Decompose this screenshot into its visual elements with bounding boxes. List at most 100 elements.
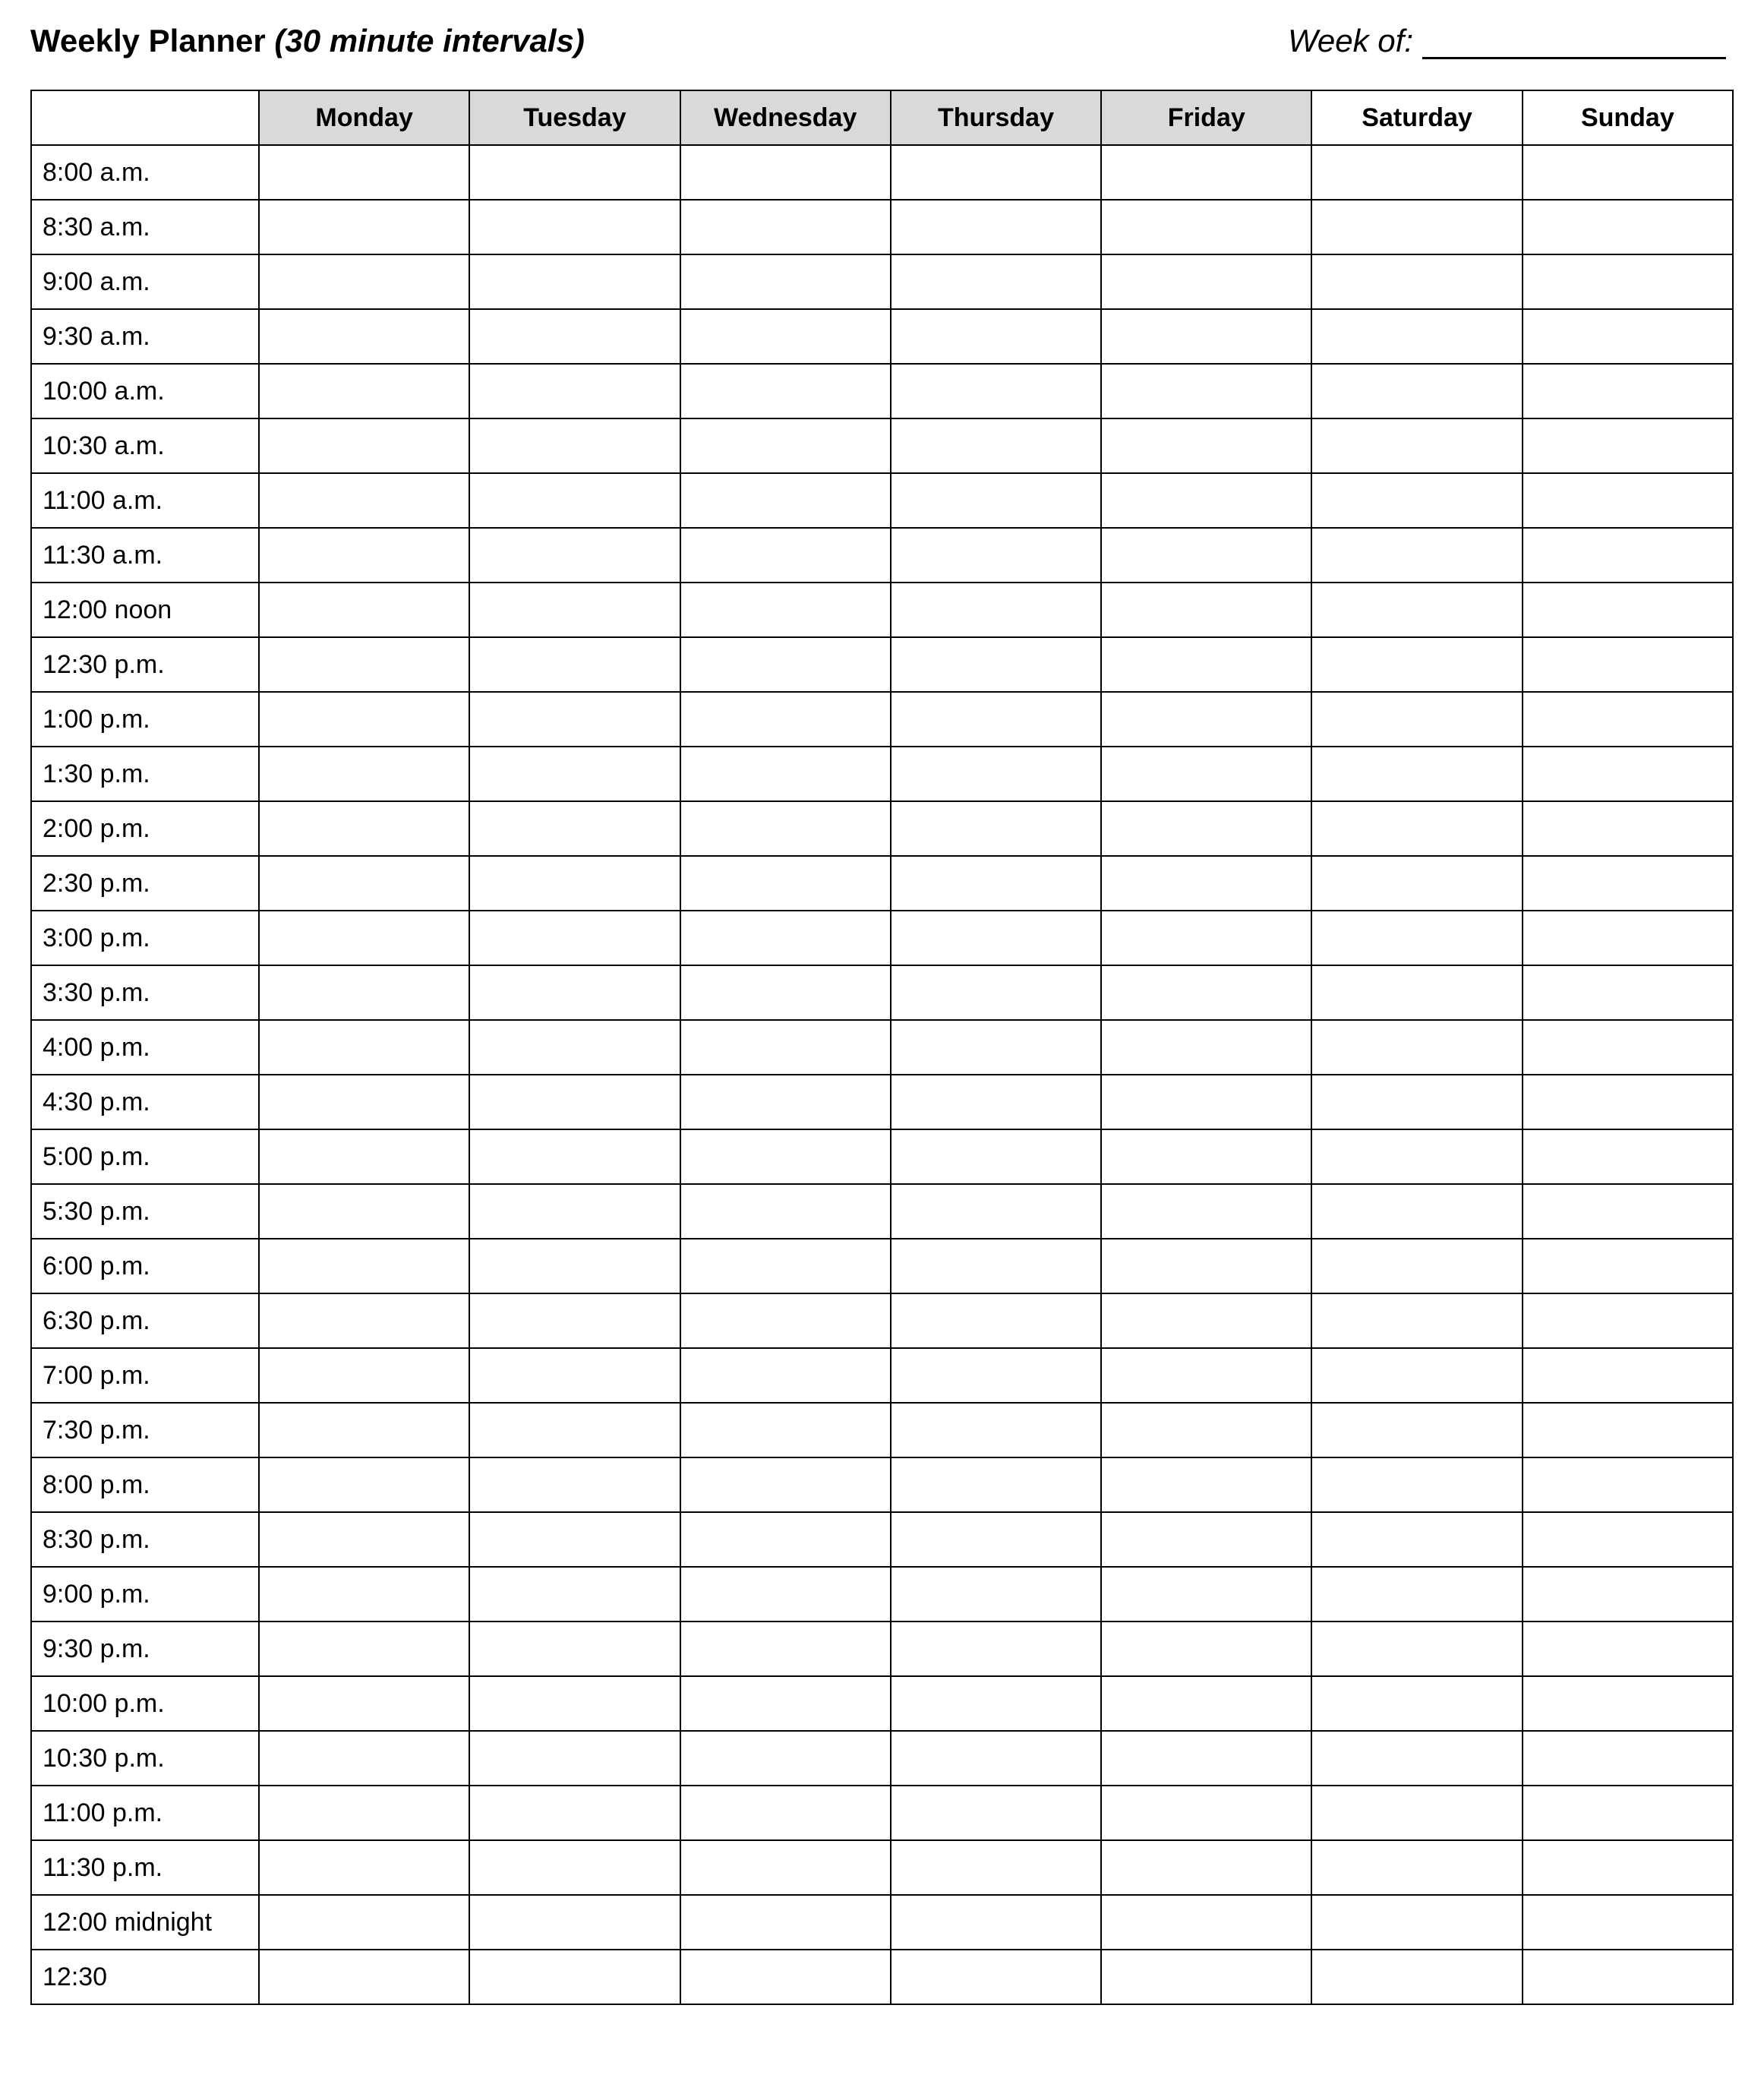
planner-cell[interactable] xyxy=(1523,418,1733,473)
planner-cell[interactable] xyxy=(891,364,1101,418)
planner-cell[interactable] xyxy=(1523,1786,1733,1840)
planner-cell[interactable] xyxy=(680,473,891,528)
planner-cell[interactable] xyxy=(1523,1840,1733,1895)
planner-cell[interactable] xyxy=(680,1786,891,1840)
planner-cell[interactable] xyxy=(891,309,1101,364)
planner-cell[interactable] xyxy=(1311,1950,1522,2004)
planner-cell[interactable] xyxy=(891,1950,1101,2004)
planner-cell[interactable] xyxy=(469,364,680,418)
planner-cell[interactable] xyxy=(259,1348,469,1403)
planner-cell[interactable] xyxy=(1101,583,1311,637)
planner-cell[interactable] xyxy=(1101,911,1311,965)
planner-cell[interactable] xyxy=(469,637,680,692)
planner-cell[interactable] xyxy=(1311,692,1522,747)
planner-cell[interactable] xyxy=(259,1020,469,1075)
planner-cell[interactable] xyxy=(1311,856,1522,911)
planner-cell[interactable] xyxy=(1101,856,1311,911)
planner-cell[interactable] xyxy=(469,1020,680,1075)
planner-cell[interactable] xyxy=(1311,528,1522,583)
planner-cell[interactable] xyxy=(469,473,680,528)
planner-cell[interactable] xyxy=(680,1950,891,2004)
planner-cell[interactable] xyxy=(891,254,1101,309)
planner-cell[interactable] xyxy=(680,1622,891,1676)
planner-cell[interactable] xyxy=(1101,965,1311,1020)
planner-cell[interactable] xyxy=(891,1622,1101,1676)
planner-cell[interactable] xyxy=(680,801,891,856)
planner-cell[interactable] xyxy=(1523,856,1733,911)
planner-cell[interactable] xyxy=(1101,473,1311,528)
planner-cell[interactable] xyxy=(680,1731,891,1786)
planner-cell[interactable] xyxy=(259,965,469,1020)
planner-cell[interactable] xyxy=(1523,1403,1733,1457)
planner-cell[interactable] xyxy=(469,692,680,747)
planner-cell[interactable] xyxy=(891,1184,1101,1239)
planner-cell[interactable] xyxy=(891,1457,1101,1512)
planner-cell[interactable] xyxy=(259,911,469,965)
planner-cell[interactable] xyxy=(469,1676,680,1731)
planner-cell[interactable] xyxy=(259,1895,469,1950)
planner-cell[interactable] xyxy=(1523,473,1733,528)
planner-cell[interactable] xyxy=(1523,1622,1733,1676)
planner-cell[interactable] xyxy=(1311,473,1522,528)
planner-cell[interactable] xyxy=(469,309,680,364)
planner-cell[interactable] xyxy=(259,747,469,801)
planner-cell[interactable] xyxy=(259,1512,469,1567)
planner-cell[interactable] xyxy=(1311,1348,1522,1403)
planner-cell[interactable] xyxy=(1101,1786,1311,1840)
planner-cell[interactable] xyxy=(1101,747,1311,801)
planner-cell[interactable] xyxy=(1311,965,1522,1020)
planner-cell[interactable] xyxy=(891,1020,1101,1075)
planner-cell[interactable] xyxy=(469,254,680,309)
planner-cell[interactable] xyxy=(259,528,469,583)
planner-cell[interactable] xyxy=(259,1622,469,1676)
planner-cell[interactable] xyxy=(680,1403,891,1457)
planner-cell[interactable] xyxy=(259,1950,469,2004)
planner-cell[interactable] xyxy=(891,747,1101,801)
planner-cell[interactable] xyxy=(680,1676,891,1731)
planner-cell[interactable] xyxy=(891,1075,1101,1129)
planner-cell[interactable] xyxy=(891,1129,1101,1184)
planner-cell[interactable] xyxy=(259,1840,469,1895)
planner-cell[interactable] xyxy=(1101,1403,1311,1457)
planner-cell[interactable] xyxy=(680,1239,891,1293)
planner-cell[interactable] xyxy=(1311,254,1522,309)
planner-cell[interactable] xyxy=(1523,1512,1733,1567)
planner-cell[interactable] xyxy=(891,1293,1101,1348)
planner-cell[interactable] xyxy=(891,583,1101,637)
planner-cell[interactable] xyxy=(1523,200,1733,254)
planner-cell[interactable] xyxy=(680,254,891,309)
planner-cell[interactable] xyxy=(680,200,891,254)
planner-cell[interactable] xyxy=(1523,1075,1733,1129)
planner-cell[interactable] xyxy=(469,1348,680,1403)
planner-cell[interactable] xyxy=(469,1895,680,1950)
planner-cell[interactable] xyxy=(1311,583,1522,637)
planner-cell[interactable] xyxy=(1311,1731,1522,1786)
planner-cell[interactable] xyxy=(259,637,469,692)
planner-cell[interactable] xyxy=(891,1348,1101,1403)
planner-cell[interactable] xyxy=(1523,801,1733,856)
planner-cell[interactable] xyxy=(1311,1457,1522,1512)
planner-cell[interactable] xyxy=(891,801,1101,856)
planner-cell[interactable] xyxy=(1523,364,1733,418)
planner-cell[interactable] xyxy=(469,856,680,911)
planner-cell[interactable] xyxy=(1101,1676,1311,1731)
planner-cell[interactable] xyxy=(1523,1293,1733,1348)
planner-cell[interactable] xyxy=(1311,309,1522,364)
planner-cell[interactable] xyxy=(259,254,469,309)
planner-cell[interactable] xyxy=(1101,254,1311,309)
planner-cell[interactable] xyxy=(1311,1184,1522,1239)
planner-cell[interactable] xyxy=(680,692,891,747)
planner-cell[interactable] xyxy=(1101,1622,1311,1676)
planner-cell[interactable] xyxy=(1523,911,1733,965)
planner-cell[interactable] xyxy=(259,1567,469,1622)
planner-cell[interactable] xyxy=(680,1348,891,1403)
planner-cell[interactable] xyxy=(680,1840,891,1895)
planner-cell[interactable] xyxy=(1101,1950,1311,2004)
planner-cell[interactable] xyxy=(469,801,680,856)
planner-cell[interactable] xyxy=(1311,1239,1522,1293)
planner-cell[interactable] xyxy=(1101,1129,1311,1184)
planner-cell[interactable] xyxy=(891,1512,1101,1567)
planner-cell[interactable] xyxy=(1523,1676,1733,1731)
planner-cell[interactable] xyxy=(891,637,1101,692)
planner-cell[interactable] xyxy=(680,418,891,473)
